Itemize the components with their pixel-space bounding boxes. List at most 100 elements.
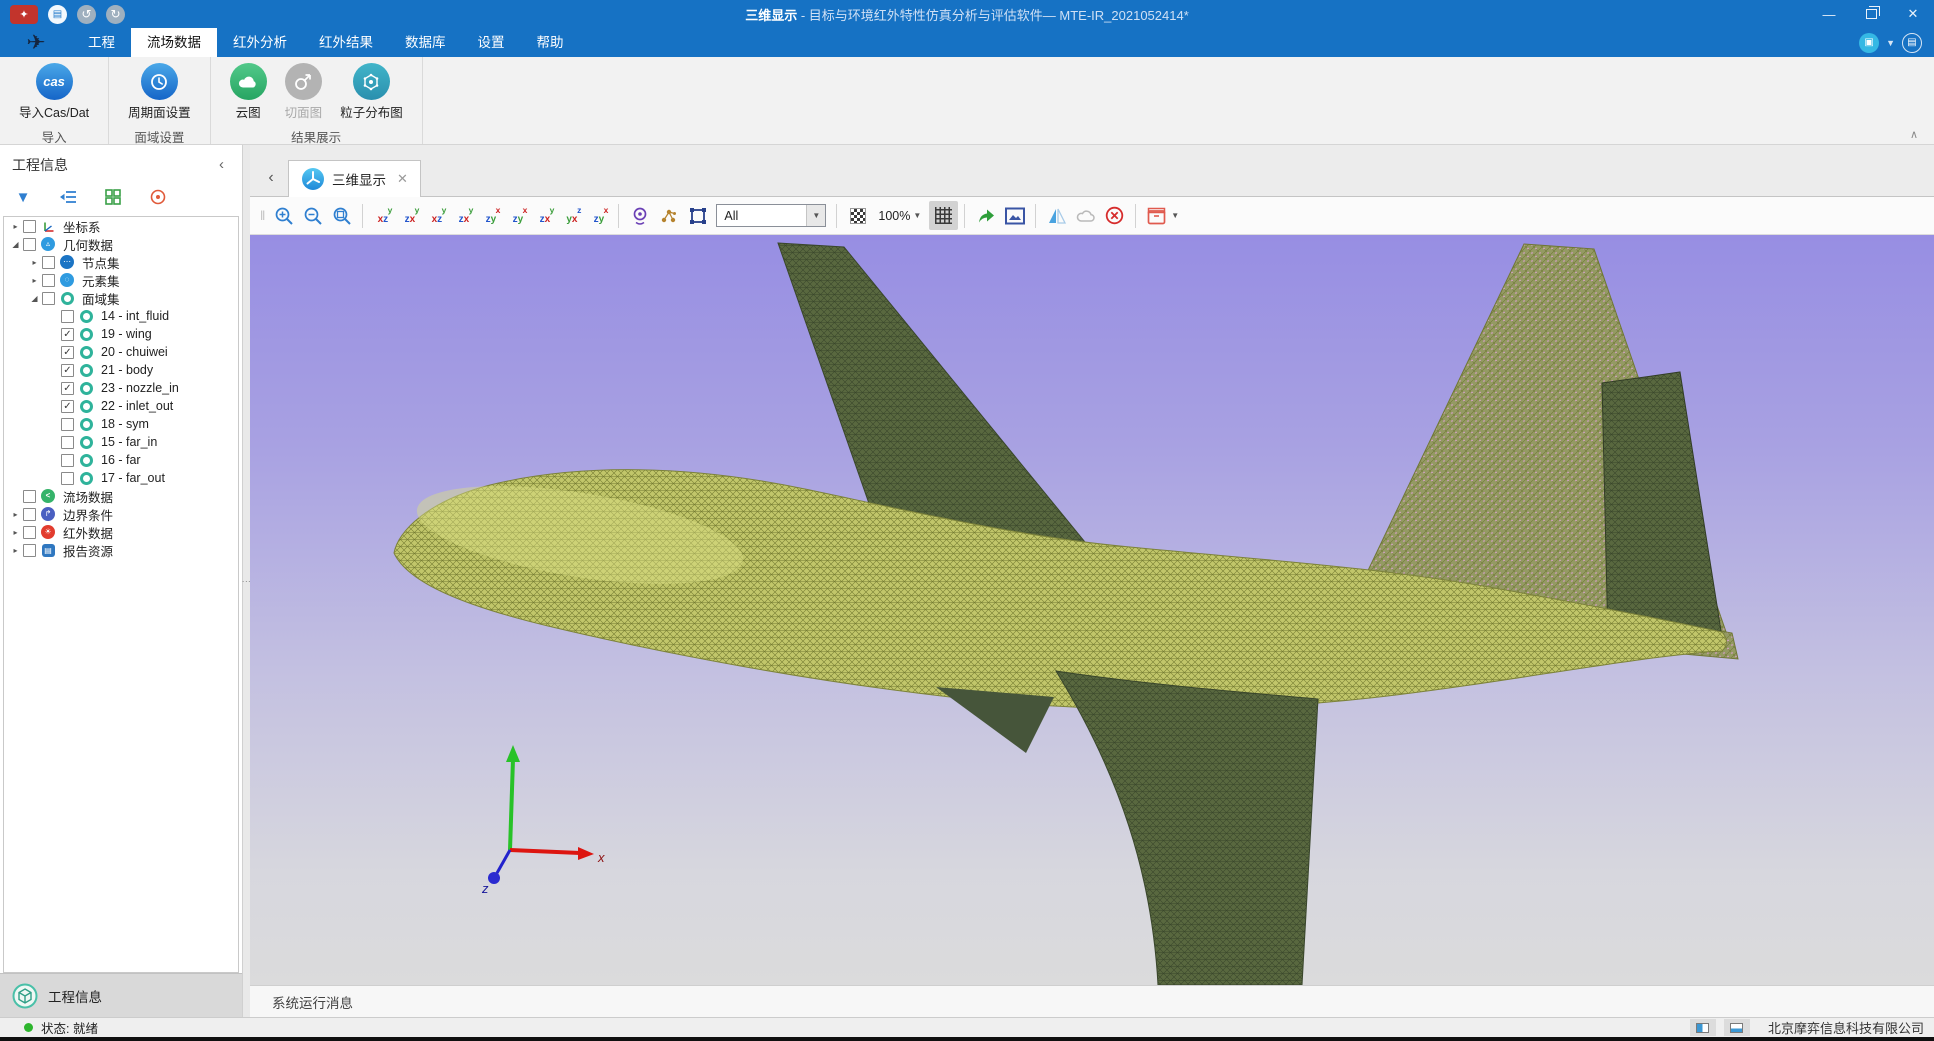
tree-item-22-inlet_out[interactable]: ✓22 - inlet_out — [4, 397, 238, 415]
opacity-pattern-icon[interactable] — [843, 201, 872, 230]
snapshot-image-icon[interactable] — [1000, 201, 1029, 230]
tree-checkbox[interactable] — [61, 472, 74, 485]
tree-item-边界条件[interactable]: ▸↱边界条件 — [4, 505, 238, 523]
app-icon[interactable]: ✦ — [10, 5, 38, 24]
expander-icon[interactable]: ◢ — [9, 240, 22, 249]
export-arrow-icon[interactable] — [971, 201, 1000, 230]
display-filter-combobox[interactable]: All ▼ — [716, 204, 826, 227]
tree-item-坐标系[interactable]: ▸坐标系 — [4, 217, 238, 235]
theme-icon[interactable]: ▣ — [1859, 33, 1879, 53]
panel-splitter[interactable]: ⋮ — [243, 145, 250, 1017]
tree-item-21-body[interactable]: ✓21 - body — [4, 361, 238, 379]
ribbon-button-cloud[interactable]: 云图 — [223, 61, 274, 123]
expander-icon[interactable]: ▸ — [28, 258, 41, 267]
tree-checkbox[interactable] — [23, 526, 36, 539]
ribbon-button-clock[interactable]: 周期面设置 — [121, 61, 198, 123]
minimize-button[interactable]: — — [1808, 0, 1850, 28]
expander-icon[interactable]: ◢ — [28, 294, 41, 303]
theme-caret-icon[interactable]: ▼ — [1886, 38, 1895, 48]
tree-checkbox[interactable]: ✓ — [61, 346, 74, 359]
ribbon-button-particles[interactable]: 粒子分布图 — [333, 61, 410, 123]
zoom-fit-button[interactable] — [327, 201, 356, 230]
axis-view-button-3[interactable]: xzy — [423, 203, 450, 229]
tree-checkbox[interactable] — [23, 220, 36, 233]
tree-item-18-sym[interactable]: 18 - sym — [4, 415, 238, 433]
tree-item-17-far_out[interactable]: 17 - far_out — [4, 469, 238, 487]
tree-checkbox[interactable]: ✓ — [61, 328, 74, 341]
tree-item-报告资源[interactable]: ▸▤报告资源 — [4, 541, 238, 559]
tree-checkbox[interactable]: ✓ — [61, 382, 74, 395]
tree-checkbox[interactable]: ✓ — [61, 400, 74, 413]
tree-checkbox[interactable] — [23, 490, 36, 503]
menu-item-3[interactable]: 红外结果 — [303, 28, 389, 57]
expander-icon[interactable]: ▸ — [9, 222, 22, 231]
tree-checkbox[interactable] — [42, 292, 55, 305]
menu-item-2[interactable]: 红外分析 — [217, 28, 303, 57]
tree-checkbox[interactable] — [42, 274, 55, 287]
tree-item-元素集[interactable]: ▸◌元素集 — [4, 271, 238, 289]
tree-checkbox[interactable] — [23, 544, 36, 557]
tree-checkbox[interactable] — [61, 454, 74, 467]
cloud-outline-icon[interactable] — [1071, 201, 1100, 230]
probe-icon[interactable] — [625, 201, 654, 230]
close-button[interactable]: ✕ — [1892, 0, 1934, 28]
restore-button[interactable] — [1850, 0, 1892, 28]
menu-item-1[interactable]: 流场数据 — [131, 28, 217, 57]
tree-checkbox[interactable] — [23, 508, 36, 521]
tree-item-流场数据[interactable]: <流场数据 — [4, 487, 238, 505]
new-file-icon[interactable]: ▤ — [48, 5, 67, 24]
tree-checkbox[interactable] — [23, 238, 36, 251]
axis-view-button-2[interactable]: zxy — [396, 203, 423, 229]
mirror-icon[interactable] — [1042, 201, 1071, 230]
tab-scroll-left-button[interactable]: ‹ — [254, 160, 288, 196]
tree-checkbox[interactable]: ✓ — [61, 364, 74, 377]
tree-checkbox[interactable] — [61, 310, 74, 323]
tree-checkbox[interactable] — [61, 418, 74, 431]
save-caret-icon[interactable]: ▼ — [1171, 211, 1179, 220]
tree-item-16-far[interactable]: 16 - far — [4, 451, 238, 469]
ribbon-button-cas[interactable]: cas导入Cas/Dat — [12, 61, 96, 123]
tree-item-23-nozzle_in[interactable]: ✓23 - nozzle_in — [4, 379, 238, 397]
expander-icon[interactable]: ▸ — [9, 528, 22, 537]
tree-checkbox[interactable] — [42, 256, 55, 269]
tree-checkbox[interactable] — [61, 436, 74, 449]
grid-view-icon[interactable] — [102, 186, 124, 208]
collapse-ribbon-button[interactable]: ∧ — [1910, 128, 1918, 141]
help-book-icon[interactable]: ▤ — [1902, 33, 1922, 53]
molecule-icon[interactable] — [654, 201, 683, 230]
tree-item-几何数据[interactable]: ◢▵几何数据 — [4, 235, 238, 253]
menu-item-4[interactable]: 数据库 — [389, 28, 462, 57]
layout-split-bottom-button[interactable] — [1724, 1019, 1750, 1036]
filter-icon[interactable]: ▼ — [12, 186, 34, 208]
axis-view-button-8[interactable]: yxz — [558, 203, 585, 229]
menu-item-0[interactable]: 工程 — [72, 28, 131, 57]
save-package-icon[interactable] — [1142, 201, 1171, 230]
menu-item-5[interactable]: 设置 — [462, 28, 521, 57]
target-icon[interactable] — [147, 186, 169, 208]
axis-view-button-6[interactable]: zyx — [504, 203, 531, 229]
tree-item-20-chuiwei[interactable]: ✓20 - chuiwei — [4, 343, 238, 361]
undo-icon[interactable]: ↺ — [77, 5, 96, 24]
axis-view-button-1[interactable]: xzy — [369, 203, 396, 229]
tab-close-icon[interactable]: ✕ — [393, 171, 408, 187]
layout-split-left-button[interactable] — [1690, 1019, 1716, 1036]
tree-item-节点集[interactable]: ▸⋯节点集 — [4, 253, 238, 271]
cancel-icon[interactable] — [1100, 201, 1129, 230]
zoom-level-value[interactable]: 100% — [878, 209, 910, 223]
redo-icon[interactable]: ↻ — [106, 5, 125, 24]
select-box-icon[interactable] — [683, 201, 712, 230]
menu-item-6[interactable]: 帮助 — [521, 28, 580, 57]
mesh-grid-toggle[interactable] — [929, 201, 958, 230]
tree-item-面域集[interactable]: ◢面域集 — [4, 289, 238, 307]
tree-item-红外数据[interactable]: ▸☀红外数据 — [4, 523, 238, 541]
expander-icon[interactable]: ▸ — [9, 510, 22, 519]
viewport-3d[interactable]: x z — [250, 235, 1934, 985]
list-icon[interactable] — [57, 186, 79, 208]
zoom-in-button[interactable] — [269, 201, 298, 230]
zoom-level-caret-icon[interactable]: ▼ — [913, 211, 921, 220]
combobox-dropdown-icon[interactable]: ▼ — [806, 205, 825, 226]
expander-icon[interactable]: ▸ — [9, 546, 22, 555]
axis-view-button-7[interactable]: zxy — [531, 203, 558, 229]
tree-item-15-far_in[interactable]: 15 - far_in — [4, 433, 238, 451]
expander-icon[interactable]: ▸ — [28, 276, 41, 285]
